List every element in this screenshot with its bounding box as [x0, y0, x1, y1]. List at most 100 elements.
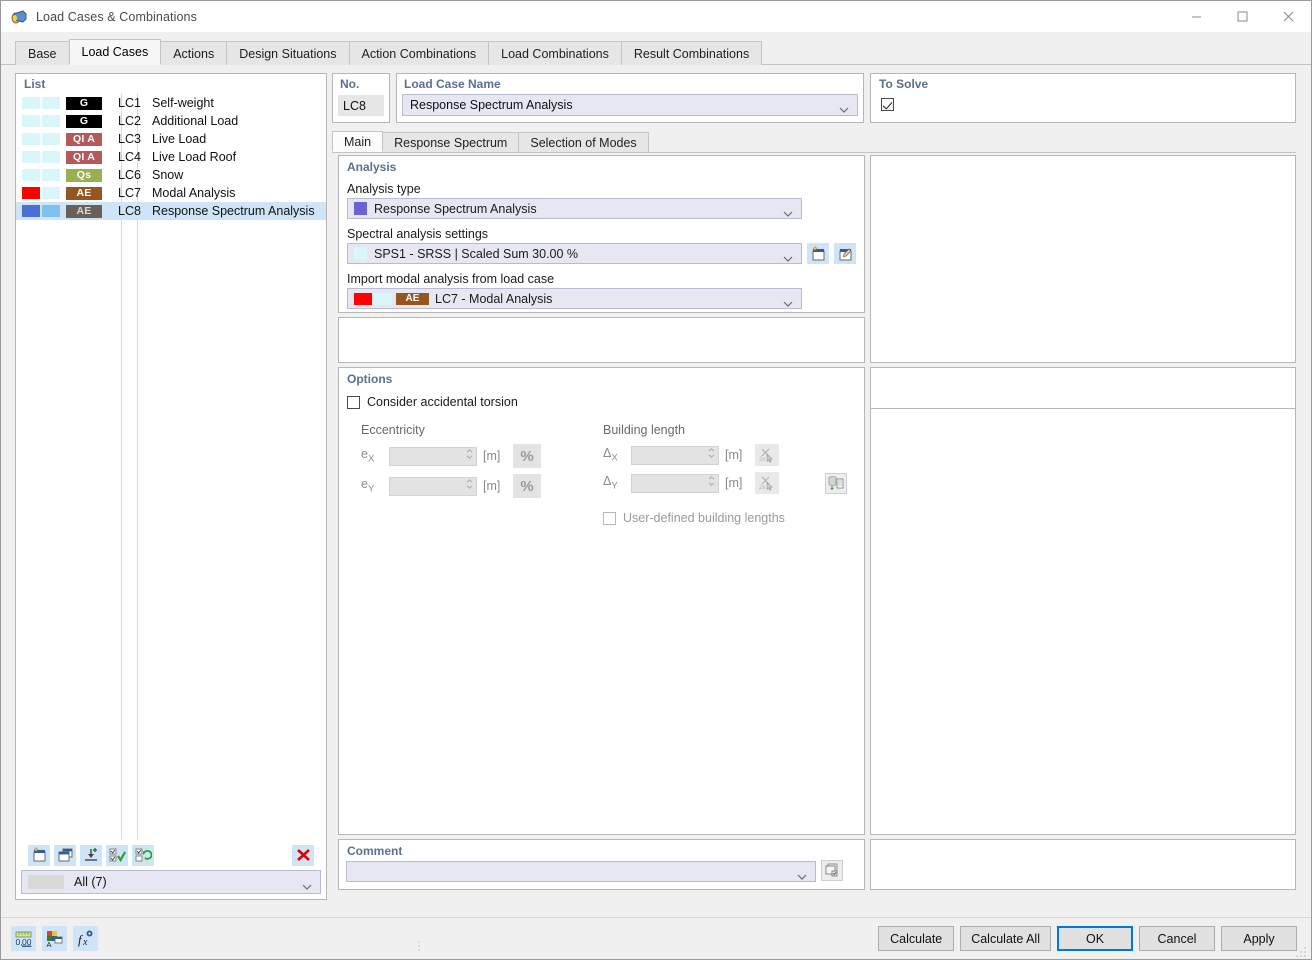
- row-load-case-name: Modal Analysis: [152, 186, 236, 200]
- filter-color-swatch: [28, 875, 64, 889]
- to-solve-checkbox[interactable]: [881, 98, 894, 111]
- formula-button[interactable]: f x: [73, 926, 98, 951]
- comment-input[interactable]: [346, 861, 816, 882]
- ok-button[interactable]: OK: [1057, 926, 1133, 951]
- invert-selection-button[interactable]: [132, 844, 154, 866]
- pick-building-length-x-button[interactable]: 2x: [755, 444, 779, 466]
- eccentricity-y-percent-button[interactable]: %: [513, 474, 541, 498]
- table-row[interactable]: Qs LC6 Snow: [16, 166, 326, 184]
- comment-label: Comment: [347, 844, 403, 858]
- tab-main[interactable]: Main: [332, 131, 384, 152]
- maximize-button[interactable]: [1219, 1, 1265, 32]
- user-defined-building-lengths-checkbox[interactable]: [603, 511, 616, 525]
- tab-base[interactable]: Base: [15, 41, 70, 65]
- table-row-selected[interactable]: AE LC8 Response Spectrum Analysis: [16, 202, 326, 220]
- minimize-button[interactable]: [1173, 1, 1219, 32]
- options-group-title: Options: [347, 372, 393, 386]
- load-case-name-box: Load Case Name Response Spectrum Analysi…: [396, 73, 864, 123]
- tab-action-combinations[interactable]: Action Combinations: [348, 41, 490, 65]
- load-case-list[interactable]: G LC1 Self-weight G LC2 Additional Load …: [16, 94, 326, 840]
- analysis-group-title: Analysis: [347, 160, 397, 174]
- row-color-swatch-2: [42, 97, 60, 109]
- import-modal-label: Import modal analysis from load case: [347, 272, 555, 286]
- building-length-column: Building length ΔX [m] 2x ΔY [m] 2x User…: [603, 423, 847, 525]
- dialog-body: List G LC1 Self-weight G LC2 Additional …: [1, 65, 1311, 917]
- close-button[interactable]: [1265, 1, 1311, 32]
- eccentricity-x-key: eX: [361, 447, 375, 465]
- building-length-y-input[interactable]: [631, 473, 719, 493]
- tab-result-combinations[interactable]: Result Combinations: [620, 41, 763, 65]
- spinner-arrows-icon[interactable]: [708, 447, 715, 458]
- delete-load-case-button[interactable]: [292, 844, 314, 866]
- accidental-torsion-row[interactable]: Consider accidental torsion: [347, 395, 864, 409]
- new-spectral-settings-button[interactable]: [807, 243, 829, 264]
- load-case-number-box: No. LC8: [332, 73, 390, 123]
- spinner-arrows-icon[interactable]: [466, 478, 473, 489]
- load-case-number-value: LC8: [338, 95, 384, 116]
- row-color-swatch-2: [42, 187, 60, 199]
- new-load-case-button[interactable]: [28, 844, 50, 866]
- row-load-case-name: Response Spectrum Analysis: [152, 204, 315, 218]
- display-colors-button[interactable]: A: [42, 926, 67, 951]
- row-load-case-no: LC7: [118, 186, 141, 200]
- tab-design-situations[interactable]: Design Situations: [226, 41, 350, 65]
- eccentricity-x-input[interactable]: [389, 446, 477, 466]
- row-color-swatch-1: [22, 187, 40, 199]
- tab-selection-of-modes[interactable]: Selection of Modes: [518, 132, 649, 152]
- import-modal-dropdown[interactable]: AE LC7 - Modal Analysis: [347, 288, 802, 309]
- table-row[interactable]: QI A LC4 Live Load Roof: [16, 148, 326, 166]
- spinner-arrows-icon[interactable]: [708, 475, 715, 486]
- eccentricity-y-unit: [m]: [483, 479, 501, 493]
- eccentricity-x-percent-button[interactable]: %: [513, 444, 541, 468]
- row-color-swatch-1: [22, 151, 40, 163]
- cancel-button[interactable]: Cancel: [1139, 926, 1215, 951]
- calculate-all-button[interactable]: Calculate All: [960, 926, 1051, 951]
- copy-load-case-button[interactable]: [54, 844, 76, 866]
- row-load-case-no: LC8: [118, 204, 141, 218]
- decimal-places-button[interactable]: 0, 00: [11, 926, 36, 951]
- tab-response-spectrum[interactable]: Response Spectrum: [382, 132, 520, 152]
- row-category-badge: Qs: [66, 168, 102, 182]
- select-all-button[interactable]: [106, 844, 128, 866]
- building-length-title: Building length: [603, 423, 686, 437]
- resize-grip-middle[interactable]: [417, 939, 427, 953]
- user-defined-building-lengths-row[interactable]: User-defined building lengths: [603, 511, 847, 525]
- comment-library-button[interactable]: [821, 859, 843, 881]
- analysis-type-dropdown[interactable]: Response Spectrum Analysis: [347, 198, 802, 219]
- resize-grip-icon[interactable]: [1296, 945, 1308, 957]
- eccentricity-y-key: eY: [361, 477, 375, 495]
- comment-value: [347, 862, 353, 876]
- accidental-torsion-checkbox[interactable]: [347, 395, 360, 409]
- building-length-table-button[interactable]: [825, 472, 847, 494]
- tab-actions[interactable]: Actions: [160, 41, 228, 65]
- table-row[interactable]: QI A LC3 Live Load: [16, 130, 326, 148]
- table-row[interactable]: AE LC7 Modal Analysis: [16, 184, 326, 202]
- chevron-down-icon: [797, 869, 807, 880]
- edit-spectral-settings-button[interactable]: [834, 243, 856, 264]
- import-load-case-button[interactable]: [80, 844, 102, 866]
- torsion-parameters: Eccentricity eX [m] % eY [m] % Building …: [339, 423, 864, 525]
- spinner-arrows-icon[interactable]: [466, 448, 473, 459]
- spectral-settings-swatch: [354, 247, 367, 260]
- row-color-swatch-2: [42, 205, 60, 217]
- apply-button[interactable]: Apply: [1221, 926, 1297, 951]
- import-color-swatch-1: [354, 292, 372, 305]
- import-modal-value: LC7 - Modal Analysis: [435, 291, 553, 306]
- filter-value: All (7): [74, 875, 107, 889]
- list-filter-dropdown[interactable]: All (7): [21, 870, 321, 894]
- tab-load-combinations[interactable]: Load Combinations: [488, 41, 622, 65]
- table-row[interactable]: G LC2 Additional Load: [16, 112, 326, 130]
- calculate-button[interactable]: Calculate: [878, 926, 955, 951]
- pick-building-length-y-button[interactable]: 2x: [755, 472, 779, 494]
- load-case-name-input[interactable]: Response Spectrum Analysis: [402, 94, 858, 116]
- tab-load-cases[interactable]: Load Cases: [68, 39, 162, 65]
- spectral-settings-dropdown[interactable]: SPS1 - SRSS | Scaled Sum 30.00 %: [347, 243, 802, 264]
- svg-text:2x: 2x: [759, 457, 765, 463]
- building-length-x-input[interactable]: [631, 445, 719, 465]
- table-row[interactable]: G LC1 Self-weight: [16, 94, 326, 112]
- svg-text:A: A: [47, 940, 52, 948]
- row-color-swatch-1: [22, 133, 40, 145]
- eccentricity-y-input[interactable]: [389, 476, 477, 496]
- comment-group: Comment: [338, 839, 865, 890]
- eccentricity-title: Eccentricity: [361, 423, 425, 437]
